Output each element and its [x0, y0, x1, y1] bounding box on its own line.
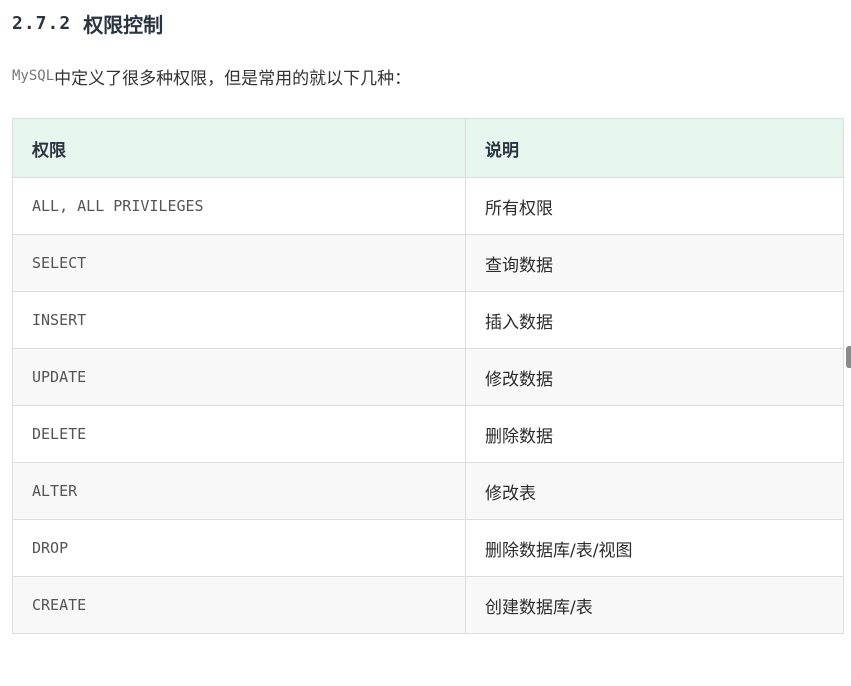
description-cell: 删除数据 [465, 405, 844, 463]
table-row: UPDATE 修改数据 [12, 348, 844, 406]
intro-paragraph: MySQL 中定义了很多种权限，但是常用的就以下几种： [12, 62, 411, 90]
privilege-cell: SELECT [12, 234, 466, 292]
section-title: 权限控制 [83, 12, 164, 37]
privilege-cell: ALTER [12, 462, 466, 520]
privilege-cell: INSERT [12, 291, 466, 349]
description-cell: 查询数据 [465, 234, 844, 292]
table-row: ALL, ALL PRIVILEGES 所有权限 [12, 177, 844, 235]
description-cell: 创建数据库/表 [465, 576, 844, 634]
table-row: ALTER 修改表 [12, 462, 844, 520]
privilege-cell: UPDATE [12, 348, 466, 406]
description-cell: 插入数据 [465, 291, 844, 349]
description-cell: 所有权限 [465, 177, 844, 235]
privilege-cell: ALL, ALL PRIVILEGES [12, 177, 466, 235]
intro-text: 中定义了很多种权限，但是常用的就以下几种： [54, 68, 412, 89]
description-cell: 删除数据库/表/视图 [465, 519, 844, 577]
table-row: CREATE 创建数据库/表 [12, 576, 844, 634]
privileges-table: 权限 说明 ALL, ALL PRIVILEGES 所有权限 SELECT 查询… [12, 118, 844, 634]
section-heading: 2.7.2 权限控制 [12, 8, 163, 38]
table-row: INSERT 插入数据 [12, 291, 844, 349]
description-cell: 修改数据 [465, 348, 844, 406]
table-row: DELETE 删除数据 [12, 405, 844, 463]
inline-code-mysql: MySQL [12, 68, 55, 84]
table-row: DROP 删除数据库/表/视图 [12, 519, 844, 577]
section-number: 2.7.2 [12, 12, 72, 34]
privilege-cell: DROP [12, 519, 466, 577]
table-header-row: 权限 说明 [12, 118, 844, 178]
column-header-description: 说明 [465, 118, 844, 178]
column-header-privilege: 权限 [12, 118, 466, 178]
description-cell: 修改表 [465, 462, 844, 520]
privilege-cell: DELETE [12, 405, 466, 463]
scrollbar-handle[interactable] [846, 346, 851, 368]
table-row: SELECT 查询数据 [12, 234, 844, 292]
privilege-cell: CREATE [12, 576, 466, 634]
